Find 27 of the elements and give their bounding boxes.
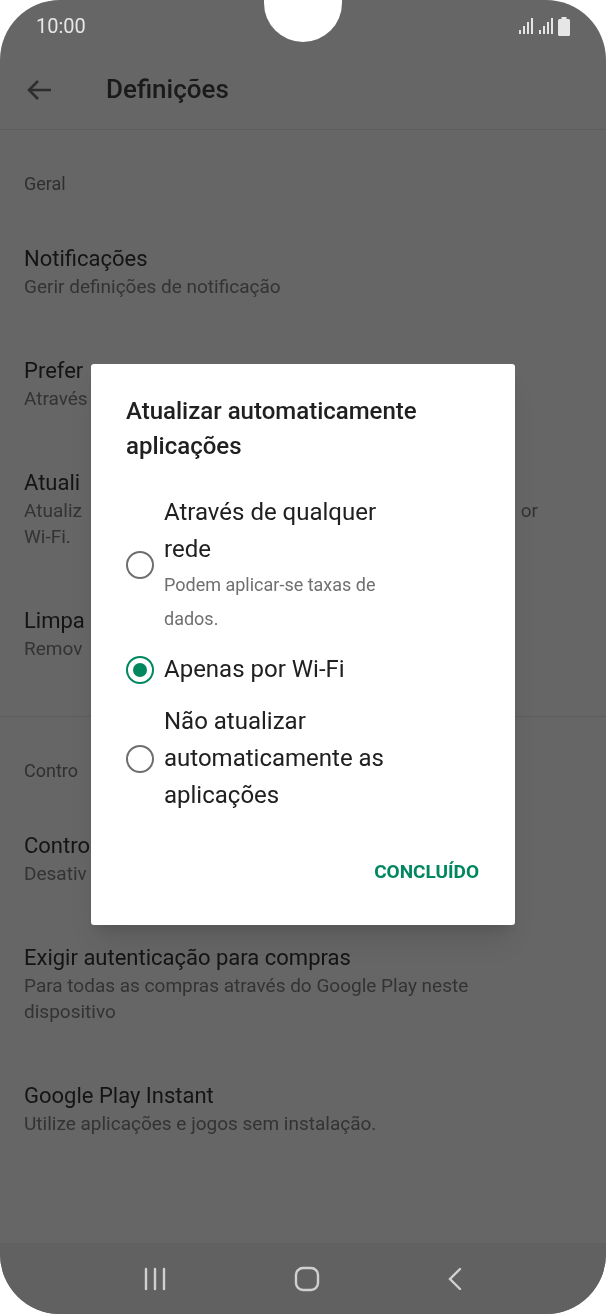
signal-icon bbox=[538, 18, 554, 34]
screen-title: Definições bbox=[106, 73, 229, 106]
signal-icon bbox=[518, 18, 534, 34]
item-title: Prefer bbox=[24, 357, 84, 385]
item-title: Exigir autenticação para compras bbox=[24, 944, 351, 972]
section-heading: Contro bbox=[24, 759, 78, 783]
option-label: Apenas por Wi-Fi bbox=[164, 654, 345, 685]
option-note: Podem aplicar-se taxas de dados. bbox=[164, 573, 377, 631]
back-arrow-icon[interactable] bbox=[26, 78, 52, 101]
battery-icon bbox=[558, 16, 570, 36]
item-title: Google Play Instant bbox=[24, 1082, 214, 1110]
section-heading: Geral bbox=[24, 172, 66, 196]
done-button[interactable]: CONCLUÍDO bbox=[358, 848, 495, 897]
item-title: Atuali bbox=[24, 469, 81, 497]
recent-apps-icon[interactable] bbox=[143, 1266, 168, 1291]
radio-button[interactable] bbox=[126, 655, 154, 684]
radio-button[interactable] bbox=[126, 744, 154, 773]
status-time: 10:00 bbox=[36, 13, 86, 40]
option-label: Através de qualquer rede bbox=[164, 497, 377, 565]
back-icon[interactable] bbox=[446, 1266, 463, 1291]
item-title: Contro bbox=[24, 832, 90, 860]
radio-button[interactable] bbox=[126, 551, 154, 579]
dialog-title: Atualizar automaticamente aplicações bbox=[126, 396, 418, 462]
home-icon[interactable] bbox=[294, 1265, 320, 1292]
option-label: Não atualizar automaticamente as aplicações bbox=[164, 706, 384, 811]
item-title: Notificações bbox=[24, 245, 148, 273]
item-title: Limpa bbox=[24, 607, 85, 635]
